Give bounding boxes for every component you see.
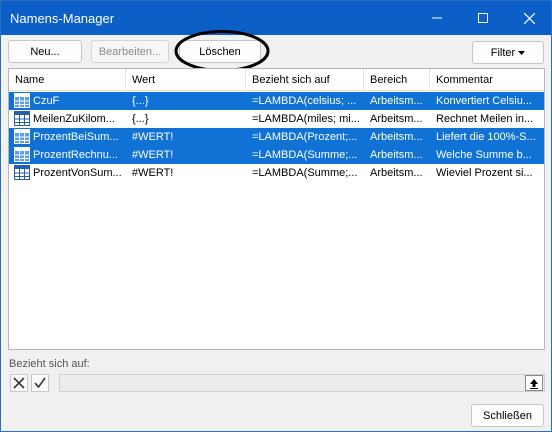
collapse-dialog-button[interactable] xyxy=(525,375,543,391)
cell-scope: Arbeitsm... xyxy=(370,131,423,143)
table-row[interactable]: MeilenZuKilom... {...} =LAMBDA(miles; mi..… xyxy=(9,110,544,128)
cell-comment: Rechnet Meilen in... xyxy=(436,113,534,125)
cell-value: {...} xyxy=(132,113,149,125)
name-manager-dialog: Namens-Manager Neu... Bearbeiten... Lösc… xyxy=(0,0,552,432)
close-window-button[interactable] xyxy=(507,1,551,35)
column-header-refers-to[interactable]: Bezieht sich auf xyxy=(246,69,364,91)
refers-to-label: Bezieht sich auf: xyxy=(9,358,90,370)
cell-refers-to: =LAMBDA(miles; mi... xyxy=(252,113,360,125)
minimize-icon xyxy=(432,17,442,19)
checkmark-icon xyxy=(34,377,46,389)
maximize-icon xyxy=(478,13,488,23)
cell-refers-to: =LAMBDA(Summe;... xyxy=(252,149,358,161)
table-row[interactable]: ProzentVonSum... #WERT! =LAMBDA(Summe;... A… xyxy=(9,164,544,182)
cell-comment: Welche Summe b... xyxy=(436,149,532,161)
cell-comment: Konvertiert Celsiu... xyxy=(436,95,532,107)
cell-name: CzuF xyxy=(33,95,60,107)
close-button[interactable]: Schließen xyxy=(471,404,544,427)
edit-button[interactable]: Bearbeiten... xyxy=(91,40,169,63)
cell-scope: Arbeitsm... xyxy=(370,95,423,107)
filter-button-label: Filter xyxy=(490,46,516,59)
new-button[interactable]: Neu... xyxy=(8,40,82,63)
cell-value: #WERT! xyxy=(132,167,174,179)
chevron-down-icon xyxy=(518,50,526,55)
confirm-edit-button[interactable] xyxy=(31,374,49,392)
maximize-button[interactable] xyxy=(461,1,505,35)
cell-comment: Liefert die 100%-S... xyxy=(436,131,536,143)
cell-refers-to: =LAMBDA(Prozent;... xyxy=(252,131,358,143)
table-row[interactable]: ProzentBeiSum... #WERT! =LAMBDA(Prozent;..… xyxy=(9,128,544,146)
refers-to-input[interactable] xyxy=(59,374,545,392)
cell-comment: Wieviel Prozent si... xyxy=(436,167,533,179)
cell-scope: Arbeitsm... xyxy=(370,113,423,125)
table-row[interactable]: ProzentRechnu... #WERT! =LAMBDA(Summe;... A… xyxy=(9,146,544,164)
cancel-edit-button[interactable] xyxy=(10,374,28,392)
cell-name: MeilenZuKilom... xyxy=(33,113,115,125)
title-bar[interactable]: Namens-Manager xyxy=(1,1,551,35)
edit-button-label: Bearbeiten... xyxy=(98,45,162,58)
cell-value: #WERT! xyxy=(132,131,174,143)
names-list[interactable]: Name Wert Bezieht sich auf Bereich Komme… xyxy=(8,68,545,350)
column-header-name[interactable]: Name xyxy=(9,69,126,91)
cell-name: ProzentVonSum... xyxy=(33,167,122,179)
delete-button-label: Löschen xyxy=(199,45,241,58)
arrow-up-icon xyxy=(530,378,538,389)
minimize-button[interactable] xyxy=(415,1,459,35)
list-header: Name Wert Bezieht sich auf Bereich Komme… xyxy=(9,69,544,91)
cell-refers-to: =LAMBDA(celsius; ... xyxy=(252,95,357,107)
cell-scope: Arbeitsm... xyxy=(370,167,423,179)
cell-refers-to: =LAMBDA(Summe;... xyxy=(252,167,358,179)
cell-value: #WERT! xyxy=(132,149,174,161)
close-icon xyxy=(523,12,535,24)
cell-scope: Arbeitsm... xyxy=(370,149,423,161)
column-header-scope[interactable]: Bereich xyxy=(364,69,430,91)
column-header-comment[interactable]: Kommentar xyxy=(430,69,544,91)
delete-button[interactable]: Löschen xyxy=(179,40,261,63)
close-button-label: Schließen xyxy=(483,409,532,422)
filter-button[interactable]: Filter xyxy=(472,41,544,64)
cell-value: {...} xyxy=(132,95,149,107)
cancel-x-icon xyxy=(13,377,25,389)
table-row[interactable]: CzuF {...} =LAMBDA(celsius; ... Arbeitsm...… xyxy=(9,92,544,110)
cell-name: ProzentBeiSum... xyxy=(33,131,119,143)
window-title: Namens-Manager xyxy=(10,11,115,26)
new-button-label: Neu... xyxy=(30,45,60,58)
cell-name: ProzentRechnu... xyxy=(33,149,118,161)
column-header-value[interactable]: Wert xyxy=(126,69,246,91)
